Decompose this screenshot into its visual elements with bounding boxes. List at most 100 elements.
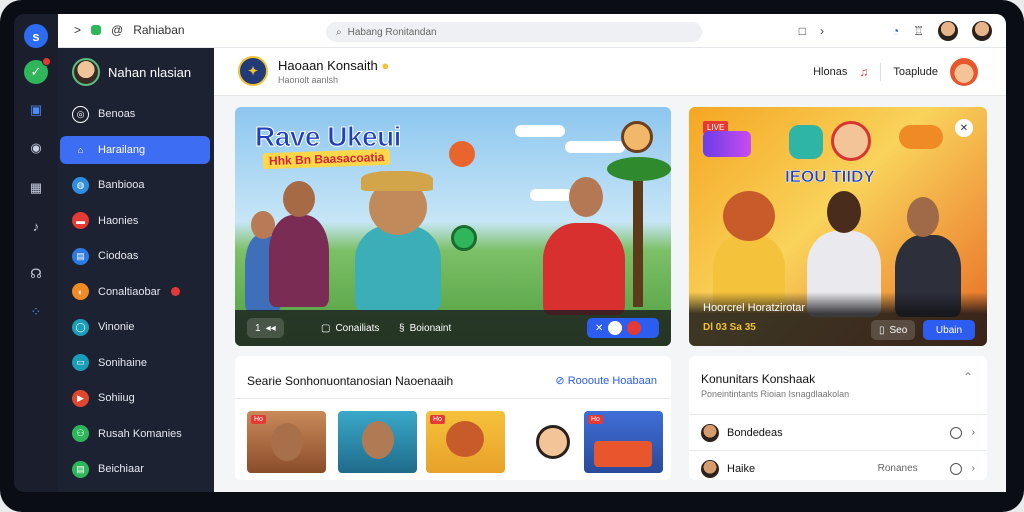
- join-button[interactable]: Ubain: [923, 320, 975, 340]
- verified-icon: ●: [381, 58, 390, 73]
- share-label: Boionaint: [409, 322, 452, 334]
- shield-icon: [91, 25, 102, 35]
- community-subtitle: Poneintintants Rioian Isnagdlaakolan: [701, 389, 850, 399]
- person-head: [283, 181, 315, 217]
- bell-icon[interactable]: ♫: [859, 65, 868, 79]
- video-thumbnail[interactable]: [514, 411, 593, 473]
- channel-actions: Hlonas ♫ Toaplude: [813, 58, 978, 86]
- video-subtitle: Hhk Bn Baasacoatia: [262, 148, 391, 170]
- member-name: Bondedeas: [727, 426, 783, 439]
- search-bar[interactable]: ⌕ Habang Ronitandan: [326, 22, 702, 42]
- sidebar-item-8[interactable]: ▶ Sohiiug: [60, 384, 210, 412]
- row-actions: Ronanes ›: [878, 462, 975, 475]
- globe-icon: ◍: [72, 176, 89, 194]
- compass-icon: ◎: [72, 105, 89, 123]
- volume-button[interactable]: 1 ◂◂: [247, 318, 284, 338]
- tv-icon: ▭: [72, 354, 89, 371]
- status-icon[interactable]: [949, 462, 962, 475]
- sidebar-item-2[interactable]: ◍ Banbiooa: [60, 171, 210, 199]
- sidebar-item-4[interactable]: ▤ Ciodoas: [60, 242, 210, 270]
- square-icon[interactable]: □: [799, 24, 806, 38]
- forward-icon[interactable]: >: [74, 23, 81, 37]
- chevron-right-icon[interactable]: ›: [972, 463, 975, 474]
- sidebar-item-label: Harailang: [98, 143, 146, 156]
- channel-logo[interactable]: ✦: [238, 56, 268, 86]
- sidebar-item-0[interactable]: ◎ Benoas: [60, 100, 210, 128]
- chat-icon[interactable]: ✓: [24, 57, 51, 84]
- chevron-up-icon[interactable]: ⌃: [963, 370, 973, 384]
- user-avatar-alt[interactable]: [972, 21, 992, 41]
- notification-icon[interactable]: ◔: [892, 24, 899, 38]
- trophy-icon[interactable]: ♖: [913, 24, 924, 38]
- circle-icon: ◯: [72, 318, 89, 336]
- bell-icon[interactable]: ♪: [24, 214, 48, 238]
- profile-link[interactable]: Toaplude: [893, 66, 938, 78]
- sidebar-item-7[interactable]: ▭ Sonihaine: [60, 349, 210, 377]
- sidebar-item-3[interactable]: ▬ Haonies: [60, 207, 210, 235]
- see-button[interactable]: ▯ Seo: [871, 320, 916, 340]
- share-button[interactable]: § Boionaint: [391, 318, 459, 338]
- search-input[interactable]: Habang Ronitandan: [348, 27, 437, 38]
- see-all-link[interactable]: ⊘ Roooute Hoabaan: [555, 374, 657, 387]
- cloud-decoration: [530, 189, 572, 201]
- see-all-label: Roooute Hoabaan: [567, 375, 657, 387]
- avatar: [72, 58, 100, 86]
- person-head: [569, 177, 603, 217]
- comments-button[interactable]: ▢ Conailiats: [313, 318, 387, 338]
- calendar-icon[interactable]: ▦: [24, 176, 48, 200]
- video-stats: Dl 03 Sa 35: [703, 322, 756, 333]
- chevron-right-icon[interactable]: ›: [972, 427, 975, 438]
- doc-icon: ▤: [72, 460, 89, 478]
- app-logo-icon[interactable]: s: [24, 24, 48, 48]
- video-thumbnail[interactable]: Ho: [584, 411, 663, 473]
- avatar: [701, 459, 719, 478]
- home-link[interactable]: Hlonas: [813, 66, 847, 78]
- channel-header: ✦ Haoaan Konsaith ● Haonolt aanlsh Hlona…: [214, 48, 1006, 96]
- lock-icon: ▯: [879, 324, 885, 336]
- record-icon: ✕: [595, 322, 604, 334]
- window-icon: ▤: [72, 247, 89, 265]
- headset-icon[interactable]: ☊: [24, 262, 48, 286]
- user-avatar[interactable]: [938, 21, 958, 41]
- close-icon[interactable]: ✕: [955, 119, 973, 137]
- bear-mascot: [355, 225, 441, 311]
- channel-name: Haoaan Konsaith: [278, 58, 378, 73]
- avatar: [701, 423, 719, 442]
- sidebar-item-10[interactable]: ▤ Beichiaar: [60, 455, 210, 483]
- chevron-right-icon[interactable]: ›: [820, 24, 824, 38]
- youtube-icon: ▬: [72, 212, 89, 229]
- tab-title[interactable]: Rahiaban: [133, 23, 184, 37]
- sidebar-item-5[interactable]: ◐ Conaltiaobar: [60, 278, 210, 306]
- list-item[interactable]: Bondedeas ›: [689, 414, 987, 450]
- share-icon: §: [399, 322, 405, 334]
- list-item[interactable]: Haike Ronanes ›: [689, 450, 987, 486]
- promo-tag: [703, 131, 751, 157]
- video-chat-icon[interactable]: ▣: [24, 98, 48, 122]
- grid-icon[interactable]: ⁘: [24, 300, 48, 324]
- video-controls: 1 ◂◂ ▢ Conailiats § Boionaint ✕: [235, 310, 671, 346]
- featured-video[interactable]: Rave Ukeui Hhk Bn Baasacoatia 1 ◂◂ ▢ Conai…: [235, 107, 671, 346]
- person-head: [827, 191, 861, 233]
- video-caption: Hoorcrel Horatzirotar: [703, 302, 806, 314]
- palm-tree: [633, 167, 643, 307]
- sidebar-item-label: Conaltiaobar: [98, 285, 161, 298]
- mascot-head: [446, 421, 484, 457]
- video-thumbnail[interactable]: [338, 411, 417, 473]
- section-title: Searie Sonhonuontanosian Naoenaaih: [247, 374, 454, 388]
- video-thumbnail[interactable]: Ho: [426, 411, 505, 473]
- sidebar-item-1[interactable]: ⌂ Harailang: [60, 135, 210, 164]
- status-icon[interactable]: [949, 426, 962, 439]
- sidebar-item-9[interactable]: ⚇ Rusah Komanies: [60, 420, 210, 448]
- notification-badge: [171, 287, 181, 296]
- sidebar-profile[interactable]: Nahan nlasian: [72, 58, 191, 86]
- video-thumbnail[interactable]: Ho: [247, 411, 326, 473]
- sticker-icon: [449, 141, 475, 167]
- channel-title: Haoaan Konsaith ●: [278, 58, 389, 73]
- at-icon: @: [111, 23, 124, 37]
- secondary-video[interactable]: LIVE ✕ IEOU TIIDY Hoorcrel Horatzirotar …: [689, 107, 987, 346]
- sidebar-item-6[interactable]: ◯ Vinonie: [60, 313, 210, 341]
- cloud-decoration: [515, 125, 565, 137]
- game-icon[interactable]: ◉: [24, 136, 48, 160]
- record-toggle[interactable]: ✕: [587, 318, 659, 338]
- avatar[interactable]: [950, 58, 978, 86]
